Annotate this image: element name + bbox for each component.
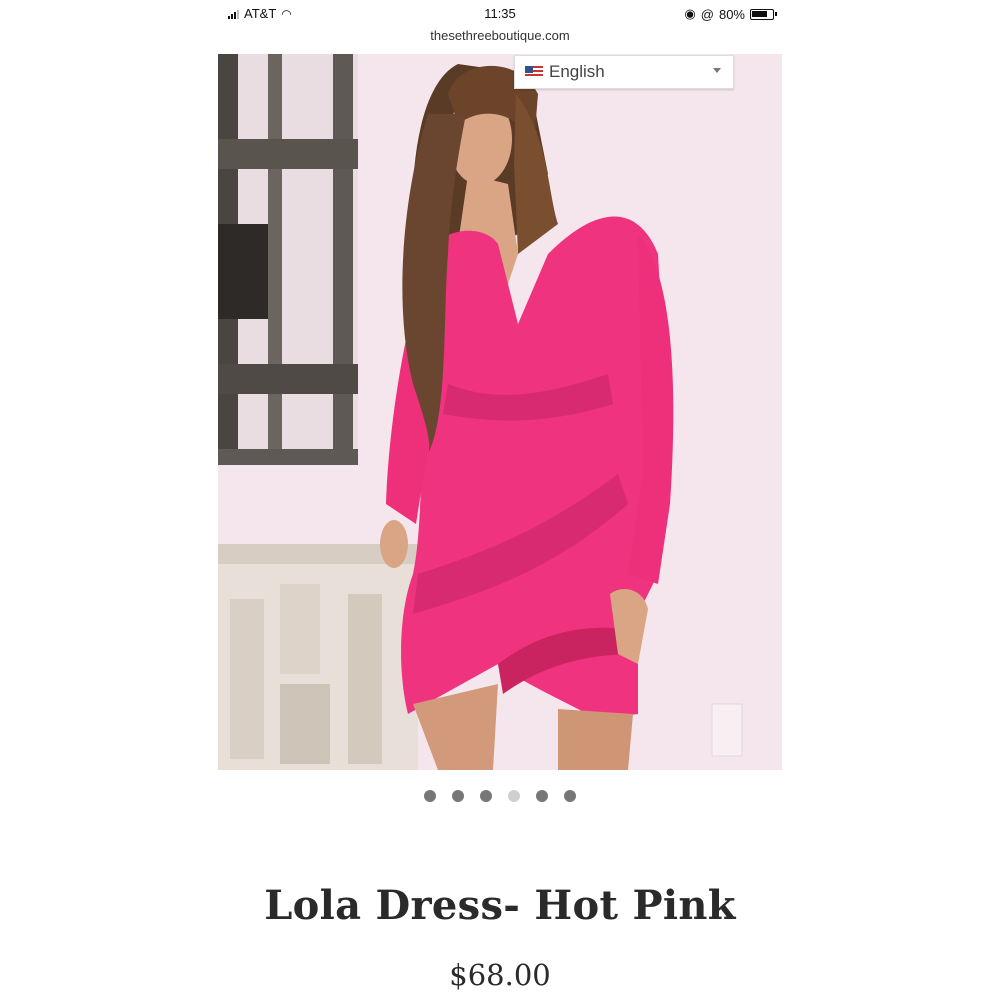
chevron-down-icon [713,68,721,73]
status-right: ◉ @ 80% [684,6,777,22]
url-bar[interactable]: thesethreeboutique.com [218,28,782,50]
carousel-dot[interactable] [564,790,576,802]
carousel-dot[interactable] [480,790,492,802]
carousel-dot[interactable] [452,790,464,802]
alarm-icon: @ [700,6,714,22]
product-title: Lola Dress- Hot Pink [264,882,736,929]
product-photo [218,54,782,770]
status-bar: AT&T ◠ 11:35 ◉ @ 80% [218,0,782,28]
language-select[interactable]: English [514,55,734,89]
carousel-dot[interactable] [536,790,548,802]
lock-rotation-icon: ◉ [684,6,696,21]
language-select-value: English [549,62,605,81]
us-flag-icon [525,66,543,78]
carousel-dot[interactable] [424,790,436,802]
phone-screen: AT&T ◠ 11:35 ◉ @ 80% thesethreeboutique.… [218,0,782,1000]
product-image[interactable] [218,54,782,770]
battery-percent: 80% [718,6,745,22]
product-price: $68.00 [449,958,551,992]
carousel-dots [218,790,782,802]
carousel-dot-active[interactable] [508,790,520,802]
battery-icon [750,8,777,20]
